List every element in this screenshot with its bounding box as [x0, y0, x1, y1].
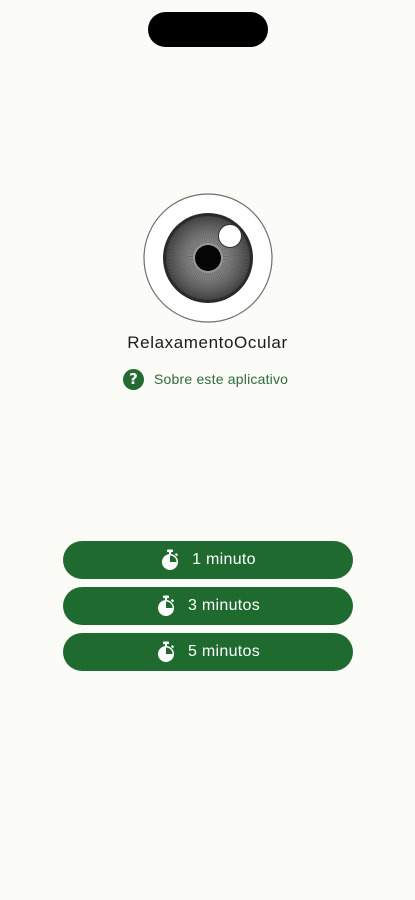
stopwatch-icon: [157, 595, 174, 616]
timer-1-minute-label: 1 minuto: [192, 551, 256, 568]
dynamic-island: [148, 12, 268, 47]
timer-1-minute-button[interactable]: 1 minuto: [63, 541, 353, 579]
stopwatch-icon: [162, 549, 179, 570]
app-title: RelaxamentoOcular: [127, 333, 288, 352]
stopwatch-icon: [157, 641, 174, 662]
about-app-link[interactable]: ? Sobre este aplicativo: [123, 368, 288, 390]
timer-5-minutes-button[interactable]: 5 minutos: [63, 633, 353, 671]
timer-3-minutes-label: 3 minutos: [187, 597, 261, 614]
help-circle-icon: ?: [123, 368, 144, 390]
eye-logo-icon: [143, 193, 273, 323]
timer-5-minutes-label: 5 minutos: [187, 643, 261, 660]
timer-3-minutes-button[interactable]: 3 minutos: [63, 587, 353, 625]
about-app-label: Sobre este aplicativo: [154, 371, 289, 387]
